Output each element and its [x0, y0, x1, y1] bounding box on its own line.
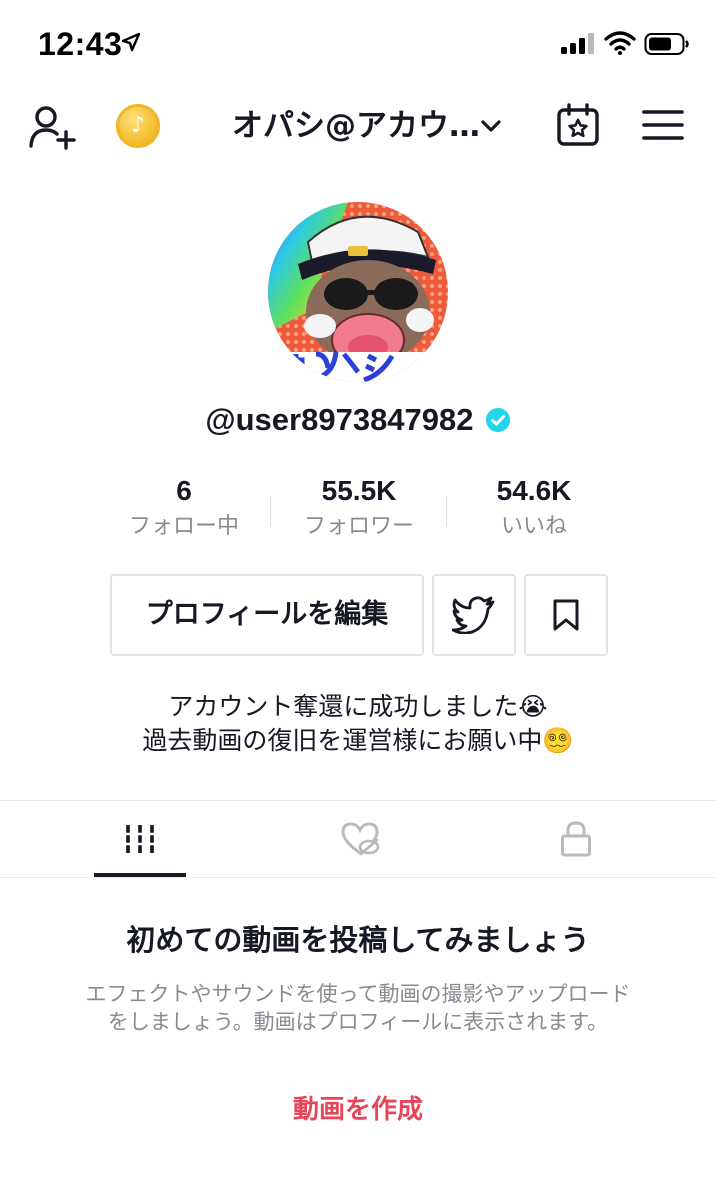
chevron-down-icon[interactable] — [480, 116, 502, 136]
battery-icon — [644, 33, 689, 55]
twitter-button[interactable] — [432, 574, 516, 656]
stat-value: 54.6K — [496, 475, 572, 506]
stat-value: 6 — [176, 475, 192, 506]
stat-likes[interactable]: 54.6K いいね — [448, 474, 620, 554]
stat-followers[interactable]: 55.5K フォロワー — [272, 474, 446, 554]
lock-icon — [561, 821, 591, 857]
username-row: @user8973847982 — [0, 402, 716, 446]
coin-icon[interactable]: ♪ — [116, 104, 160, 148]
stat-label: フォロー中 — [128, 514, 239, 539]
stat-value: 55.5K — [321, 475, 397, 506]
wifi-icon — [604, 31, 636, 55]
edit-profile-button[interactable]: プロフィールを編集 — [110, 574, 424, 656]
empty-state-description: エフェクトやサウンドを使って動画の撮影やアップロードをしましょう。動画はプロフィ… — [85, 982, 631, 1034]
add-user-icon[interactable] — [28, 104, 78, 150]
bio-line: アカウント奪還に成功しました😭 — [168, 692, 548, 721]
bookmark-icon — [553, 599, 579, 631]
stat-following[interactable]: 6 フォロー中 — [100, 474, 268, 554]
menu-icon[interactable] — [642, 108, 684, 142]
profile-stats: 6 フォロー中 55.5K フォロワー 54.6K いいね — [100, 474, 616, 554]
avatar-illustration — [268, 202, 448, 382]
calendar-star-icon[interactable] — [556, 102, 600, 148]
location-arrow-icon — [121, 32, 141, 52]
username: @user8973847982 — [205, 402, 474, 437]
content-tabs — [0, 800, 716, 878]
stat-label: いいね — [500, 514, 567, 539]
stat-divider — [270, 496, 271, 526]
profile-header: ♪ オパシ@アカウ… — [0, 90, 716, 162]
account-switcher-title[interactable]: オパシ@アカウ… — [190, 104, 480, 148]
cellular-signal-icon — [561, 33, 594, 54]
stat-divider — [446, 496, 447, 526]
grid-lines-icon — [124, 825, 156, 853]
stat-label: フォロワー — [303, 514, 414, 539]
favorites-button[interactable] — [524, 574, 608, 656]
status-bar: 12:43 — [0, 0, 716, 90]
avatar[interactable] — [268, 202, 448, 382]
heart-hidden-icon — [341, 822, 380, 856]
verified-badge-icon — [485, 408, 510, 432]
create-video-link[interactable]: 動画を作成 — [0, 1090, 716, 1130]
empty-state-title: 初めての動画を投稿してみましょう — [126, 923, 590, 957]
bio: アカウント奪還に成功しました😭 過去動画の復旧を運営様にお願い中😵‍💫 — [0, 690, 716, 758]
music-note-icon: ♪ — [130, 113, 146, 138]
tab-private[interactable] — [436, 801, 716, 877]
twitter-bird-icon — [452, 596, 495, 634]
active-tab-indicator — [94, 873, 186, 877]
status-time: 12:43 — [38, 26, 123, 62]
bio-line: 過去動画の復旧を運営様にお願い中😵‍💫 — [142, 726, 574, 755]
